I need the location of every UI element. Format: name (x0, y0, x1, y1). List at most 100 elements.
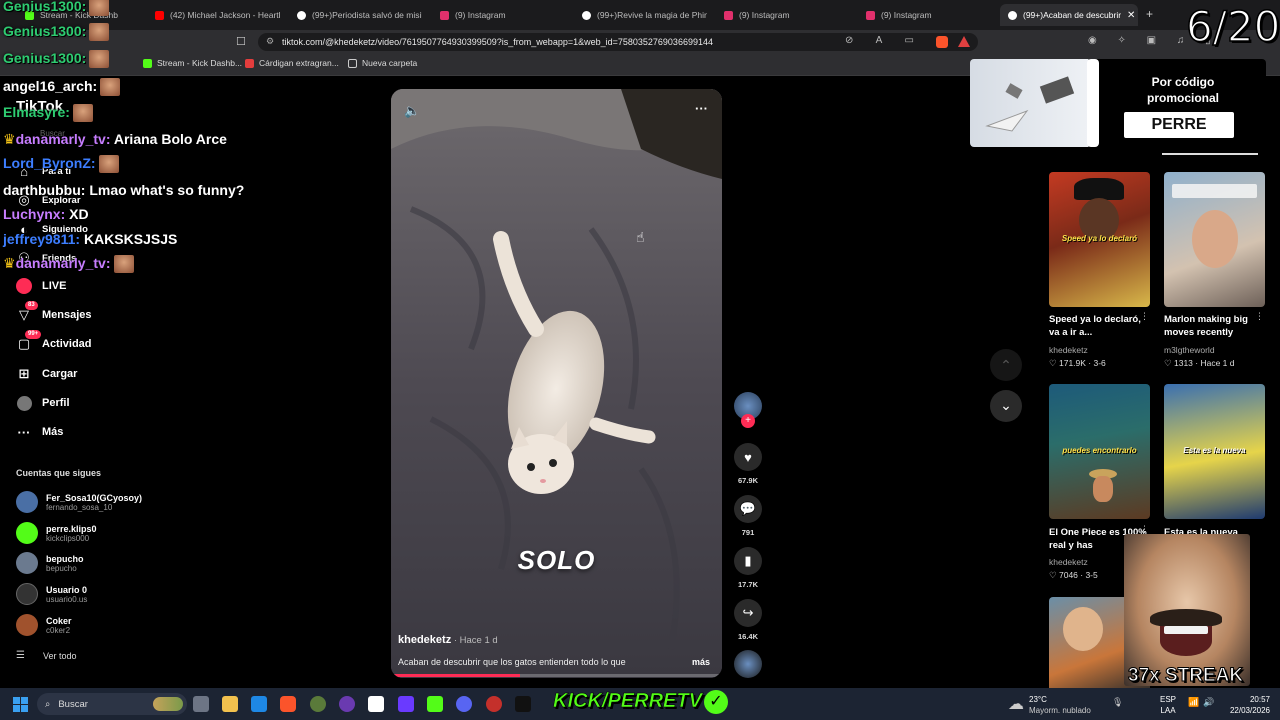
following-item[interactable]: bepucho bepucho (16, 552, 84, 574)
edge-icon[interactable] (251, 696, 267, 712)
avatar (16, 552, 38, 574)
discord-icon[interactable] (456, 696, 472, 712)
see-all-link[interactable]: ☰ Ver todo (16, 650, 77, 661)
emote-icon (89, 23, 110, 42)
recommended-thumbnail[interactable]: puedes encontrarlo (1049, 384, 1150, 519)
site-info-icon[interactable]: ⚙ (266, 36, 274, 47)
previous-video-button[interactable]: ⌃ (990, 349, 1022, 381)
bookmark-item[interactable]: Stream - Kick Dashb... (143, 58, 242, 68)
following-item[interactable]: Coker c0ker2 (16, 614, 72, 636)
recommended-stats: ♡ 171.9K · 3-6 (1049, 358, 1106, 368)
app-icon[interactable] (427, 696, 443, 712)
task-view-icon[interactable] (193, 696, 209, 712)
more-options-icon[interactable]: ⋮ (1140, 311, 1149, 322)
recommended-author[interactable]: khedeketz (1049, 557, 1088, 567)
next-video-button[interactable]: ⌄ (990, 390, 1022, 422)
emote-icon (89, 50, 110, 69)
language-indicator[interactable]: ESP LAA (1160, 694, 1176, 716)
tiktok-icon (297, 10, 306, 20)
address-bar-row: ☐ ⚙ tiktok.com/@khedeketz/video/76195077… (0, 30, 1280, 54)
browser-tab[interactable]: (99+)Periodista salvó de misil p (297, 4, 422, 26)
sidebar-item-mas[interactable]: ··· Más (16, 424, 64, 440)
more-link[interactable]: más (692, 657, 710, 667)
browser-tab[interactable]: (9) Instagram (866, 4, 986, 26)
save-button[interactable]: ▮ 17.7K (734, 547, 762, 589)
sidebar-item-perfil[interactable]: Perfil (16, 395, 70, 411)
app-icon[interactable] (310, 696, 326, 712)
more-options-icon[interactable]: ··· (695, 101, 708, 116)
brave-icon[interactable] (280, 696, 296, 712)
follow-plus-icon[interactable]: + (741, 414, 755, 428)
browser-tab[interactable]: (99+)Revive la magia de Phine (582, 4, 707, 26)
app-icon[interactable] (398, 696, 414, 712)
recommended-thumbnail[interactable] (1164, 172, 1265, 307)
weather-widget[interactable]: 23°C Mayorm. nublado (1029, 694, 1091, 716)
following-item[interactable]: Usuario 0 usuario0.us (16, 583, 87, 605)
folder-icon (348, 58, 357, 68)
comment-icon: 💬 (734, 495, 762, 523)
following-item[interactable]: perre.klips0 kickclips000 (16, 522, 97, 544)
sidebar-item-mensajes[interactable]: ▽ 83 Mensajes (16, 301, 92, 323)
bookmark-item[interactable]: Cárdigan extragran... (245, 58, 339, 68)
recommended-author[interactable]: m3lgtheworld (1164, 345, 1215, 355)
browser-tab[interactable]: (9) Instagram (724, 4, 844, 26)
promo-graphic-art (985, 76, 1075, 132)
promo-side-strip (1087, 59, 1099, 147)
mouse-cursor-icon: ☝ (636, 229, 645, 245)
bookmark-icon[interactable]: ☐ (236, 35, 246, 48)
sidebar-item-actividad[interactable]: ▢ 99+ Actividad (16, 330, 92, 352)
sidebar-item-cargar[interactable]: ⊞ Cargar (16, 366, 78, 382)
file-explorer-icon[interactable] (222, 696, 238, 712)
face-graphic (1192, 210, 1238, 268)
volume-icon[interactable]: 🔈 (404, 103, 420, 119)
mustache-graphic (1150, 609, 1222, 627)
sidebar-item-live[interactable]: LIVE (16, 278, 66, 294)
video-author[interactable]: khedeketz · Hace 1 d (398, 634, 498, 646)
promo-graphic (982, 71, 1075, 132)
new-tab-icon[interactable]: + (1146, 7, 1153, 21)
video-player[interactable]: 🔈 ··· SOLO khedeketz · Hace 1 d Acaban d… (391, 89, 722, 678)
browser-tab[interactable]: (42) Michael Jackson - Heartbr (155, 4, 280, 26)
brave-shield-icon[interactable] (936, 36, 948, 48)
activity-icon: ▢ 99+ (16, 330, 42, 352)
clock[interactable]: 20:57 22/03/2026 (1226, 694, 1270, 716)
streak-counter: 37x STREAK (1127, 665, 1244, 687)
microphone-icon[interactable]: 🎙 (1112, 697, 1123, 708)
app-icon[interactable] (339, 696, 355, 712)
windows-start-icon[interactable] (13, 697, 28, 712)
opera-icon[interactable] (486, 696, 502, 712)
taskbar-search[interactable]: ⌕ Buscar (37, 693, 187, 715)
progress-track[interactable] (391, 674, 722, 677)
share-icon: ↪ (734, 599, 762, 627)
recommended-author[interactable]: khedeketz (1049, 345, 1088, 355)
capcut-icon[interactable] (368, 696, 384, 712)
avatar (16, 583, 38, 605)
comment-button[interactable]: 💬 791 (734, 495, 762, 537)
avatar (16, 614, 38, 636)
close-tab-icon[interactable]: ✕ (1127, 10, 1135, 21)
like-button[interactable]: ♥ 67.9K (734, 443, 762, 485)
shop-icon (245, 58, 254, 68)
message-icon: ▽ 83 (16, 301, 38, 323)
terminal-icon[interactable] (515, 696, 531, 712)
share-button[interactable]: ↪ 16.4K (734, 599, 762, 641)
browser-tab-active[interactable]: (99+)Acaban de descubrir ✕ (1000, 4, 1138, 26)
crown-badge-icon: ♛ (3, 131, 16, 147)
recommended-title[interactable]: Marlon making big moves recently (1164, 313, 1264, 339)
music-disc-button[interactable] (734, 650, 762, 678)
recommended-thumbnail[interactable]: Speed ya lo declaró (1049, 172, 1150, 307)
instagram-icon (440, 10, 449, 20)
chat-message: ♛danamarly_tv: (3, 255, 134, 274)
author-avatar-button[interactable]: + (734, 392, 762, 428)
system-tray-icons[interactable]: 📶🔊 (1188, 697, 1218, 708)
search-icon: ⌕ (45, 698, 51, 710)
brave-rewards-icon[interactable] (958, 36, 970, 47)
recommended-thumbnail[interactable]: Esta es la nueva (1164, 384, 1265, 519)
chat-message: ♛danamarly_tv: Ariana Bolo Arce (3, 131, 227, 147)
following-item[interactable]: Fer_Sosa10(GCyosoy) fernando_sosa_10 (16, 491, 142, 513)
bookmark-folder[interactable]: Nueva carpeta (348, 58, 417, 68)
more-options-icon[interactable]: ⋮ (1255, 311, 1264, 322)
browser-tab[interactable]: (9) Instagram (440, 4, 560, 26)
recommended-title[interactable]: Speed ya lo declaró, va a ir a... (1049, 313, 1149, 339)
heart-outline-icon: ♡ (1049, 570, 1059, 580)
